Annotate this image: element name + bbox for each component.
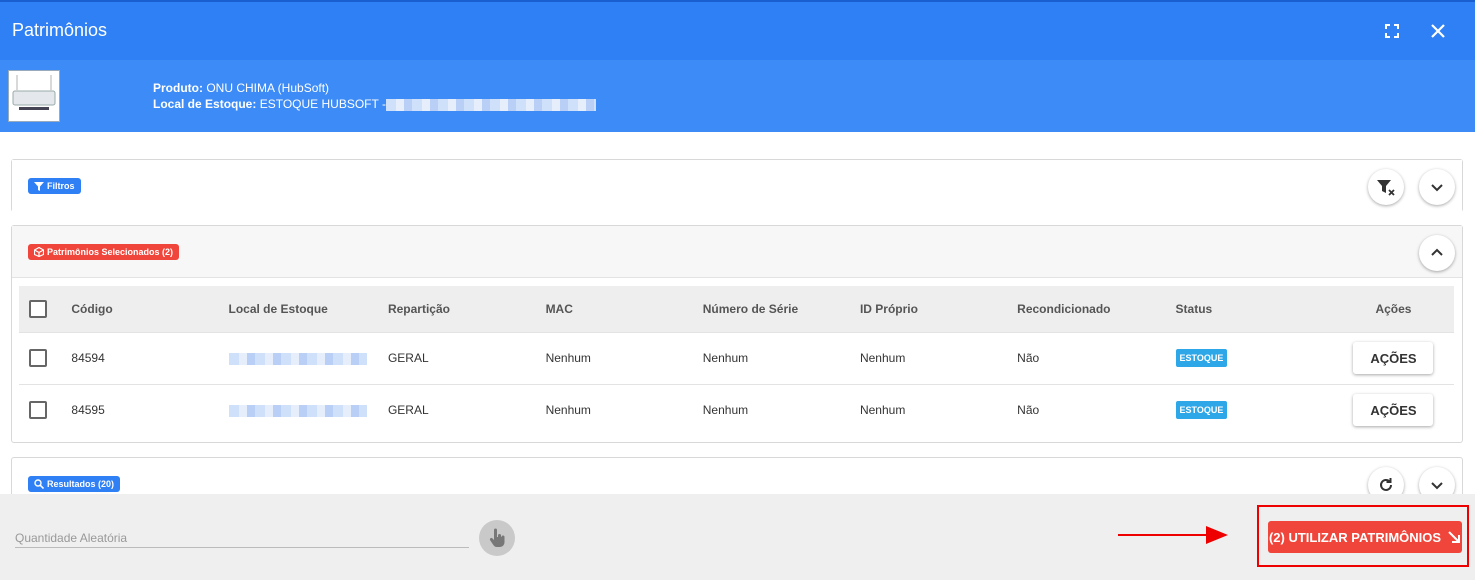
- filters-label: Filtros: [47, 181, 75, 191]
- status-badge: ESTOQUE: [1175, 349, 1228, 367]
- select-all-checkbox[interactable]: [29, 299, 47, 318]
- col-acoes: Ações: [1375, 301, 1412, 316]
- expand-filters-button[interactable]: [1419, 169, 1455, 205]
- cell-local: [228, 332, 388, 384]
- random-pick-button[interactable]: [479, 520, 515, 556]
- row-checkbox[interactable]: [29, 401, 47, 420]
- table-row: 84595 GERAL Nenhum Nenhum Nenhum Não EST…: [19, 384, 1454, 436]
- cell-recondicionado: Não: [1017, 403, 1040, 418]
- redacted-text: [385, 98, 596, 111]
- selected-assets-panel: Patrimônios Selecionados (2) Código Loca…: [11, 225, 1463, 443]
- cell-mac: Nenhum: [545, 403, 591, 418]
- random-quantity-input[interactable]: [15, 528, 469, 548]
- filter-icon: [34, 182, 44, 191]
- product-image: [8, 70, 60, 122]
- cell-recondicionado: Não: [1017, 351, 1040, 365]
- dialog-titlebar: Patrimônios: [0, 0, 1475, 60]
- filter-remove-icon: [1377, 180, 1395, 196]
- col-local[interactable]: Local de Estoque: [229, 286, 388, 332]
- filters-header: Filtros: [12, 160, 1462, 212]
- product-name: ONU CHIMA (HubSoft): [206, 81, 330, 95]
- close-icon[interactable]: [1427, 20, 1449, 42]
- cell-codigo: 84594: [71, 351, 105, 365]
- product-info: Produto: ONU CHIMA (HubSoft) Local de Es…: [153, 80, 596, 112]
- chevron-up-icon: [1431, 248, 1443, 256]
- cell-serie: Nenhum: [702, 351, 749, 365]
- cell-serie: Nenhum: [702, 403, 749, 418]
- results-label: Resultados (20): [47, 479, 115, 489]
- col-codigo[interactable]: Código: [71, 286, 228, 332]
- col-recondicionado[interactable]: Recondicionado: [1017, 286, 1175, 332]
- clear-filters-button[interactable]: [1368, 169, 1404, 205]
- results-panel: Resultados (20): [11, 457, 1463, 503]
- redacted-text: [228, 352, 367, 365]
- cell-local: [228, 384, 388, 436]
- dialog-footer: (2) UTILIZAR PATRIMÔNIOS: [0, 494, 1475, 580]
- chevron-down-icon: [1431, 482, 1443, 490]
- collapse-selected-button[interactable]: [1419, 235, 1455, 271]
- dialog-title: Patrimônios: [12, 20, 108, 40]
- redacted-text: [228, 405, 367, 418]
- use-assets-button[interactable]: (2) UTILIZAR PATRIMÔNIOS: [1268, 521, 1462, 553]
- col-id-proprio[interactable]: ID Próprio: [860, 286, 1017, 332]
- cell-id-proprio: Nenhum: [859, 403, 906, 418]
- hand-pointer-icon: [489, 528, 505, 547]
- search-icon: [34, 479, 44, 489]
- table-row: 84594 GERAL Nenhum Nenhum Nenhum Não EST…: [19, 332, 1454, 384]
- use-assets-label: (2) UTILIZAR PATRIMÔNIOS: [1268, 529, 1442, 545]
- col-mac[interactable]: MAC: [546, 286, 703, 332]
- stock-location-label: Local de Estoque:: [153, 97, 257, 111]
- arrow-down-right-icon: [1448, 531, 1461, 543]
- filters-chip[interactable]: Filtros: [28, 178, 81, 194]
- selected-label: Patrimônios Selecionados (2): [47, 247, 174, 257]
- col-reparticao[interactable]: Repartição: [388, 286, 546, 332]
- product-header: Produto: ONU CHIMA (HubSoft) Local de Es…: [0, 60, 1475, 132]
- cell-id-proprio: Nenhum: [859, 351, 906, 365]
- results-chip[interactable]: Resultados (20): [28, 476, 121, 492]
- fullscreen-icon[interactable]: [1381, 20, 1403, 42]
- patrimonios-dialog: Patrimônios Produto: ONU CHIMA (HubSoft)…: [0, 0, 1475, 580]
- col-serie[interactable]: Número de Série: [703, 286, 860, 332]
- stock-location-value: ESTOQUE HUBSOFT -: [259, 97, 386, 111]
- cell-reparticao: GERAL: [387, 403, 429, 418]
- refresh-icon: [1380, 478, 1392, 491]
- chevron-down-icon: [1431, 184, 1443, 192]
- table-header-row: Código Local de Estoque Repartição MAC N…: [19, 286, 1454, 332]
- selected-header: Patrimônios Selecionados (2): [12, 226, 1462, 278]
- product-label: Produto:: [153, 81, 203, 95]
- status-badge: ESTOQUE: [1175, 401, 1228, 420]
- cell-reparticao: GERAL: [387, 351, 429, 365]
- box-icon: [34, 247, 44, 257]
- cell-mac: Nenhum: [545, 351, 591, 365]
- arrow-annotation: [1118, 526, 1228, 544]
- selected-assets-table: Código Local de Estoque Repartição MAC N…: [19, 286, 1454, 436]
- cell-codigo: 84595: [71, 403, 105, 418]
- acoes-button[interactable]: AÇÕES: [1353, 394, 1434, 427]
- acoes-button[interactable]: AÇÕES: [1353, 342, 1434, 374]
- row-checkbox[interactable]: [29, 349, 47, 367]
- filters-panel: Filtros: [11, 159, 1463, 212]
- selected-chip[interactable]: Patrimônios Selecionados (2): [28, 244, 180, 260]
- col-status[interactable]: Status: [1176, 286, 1333, 332]
